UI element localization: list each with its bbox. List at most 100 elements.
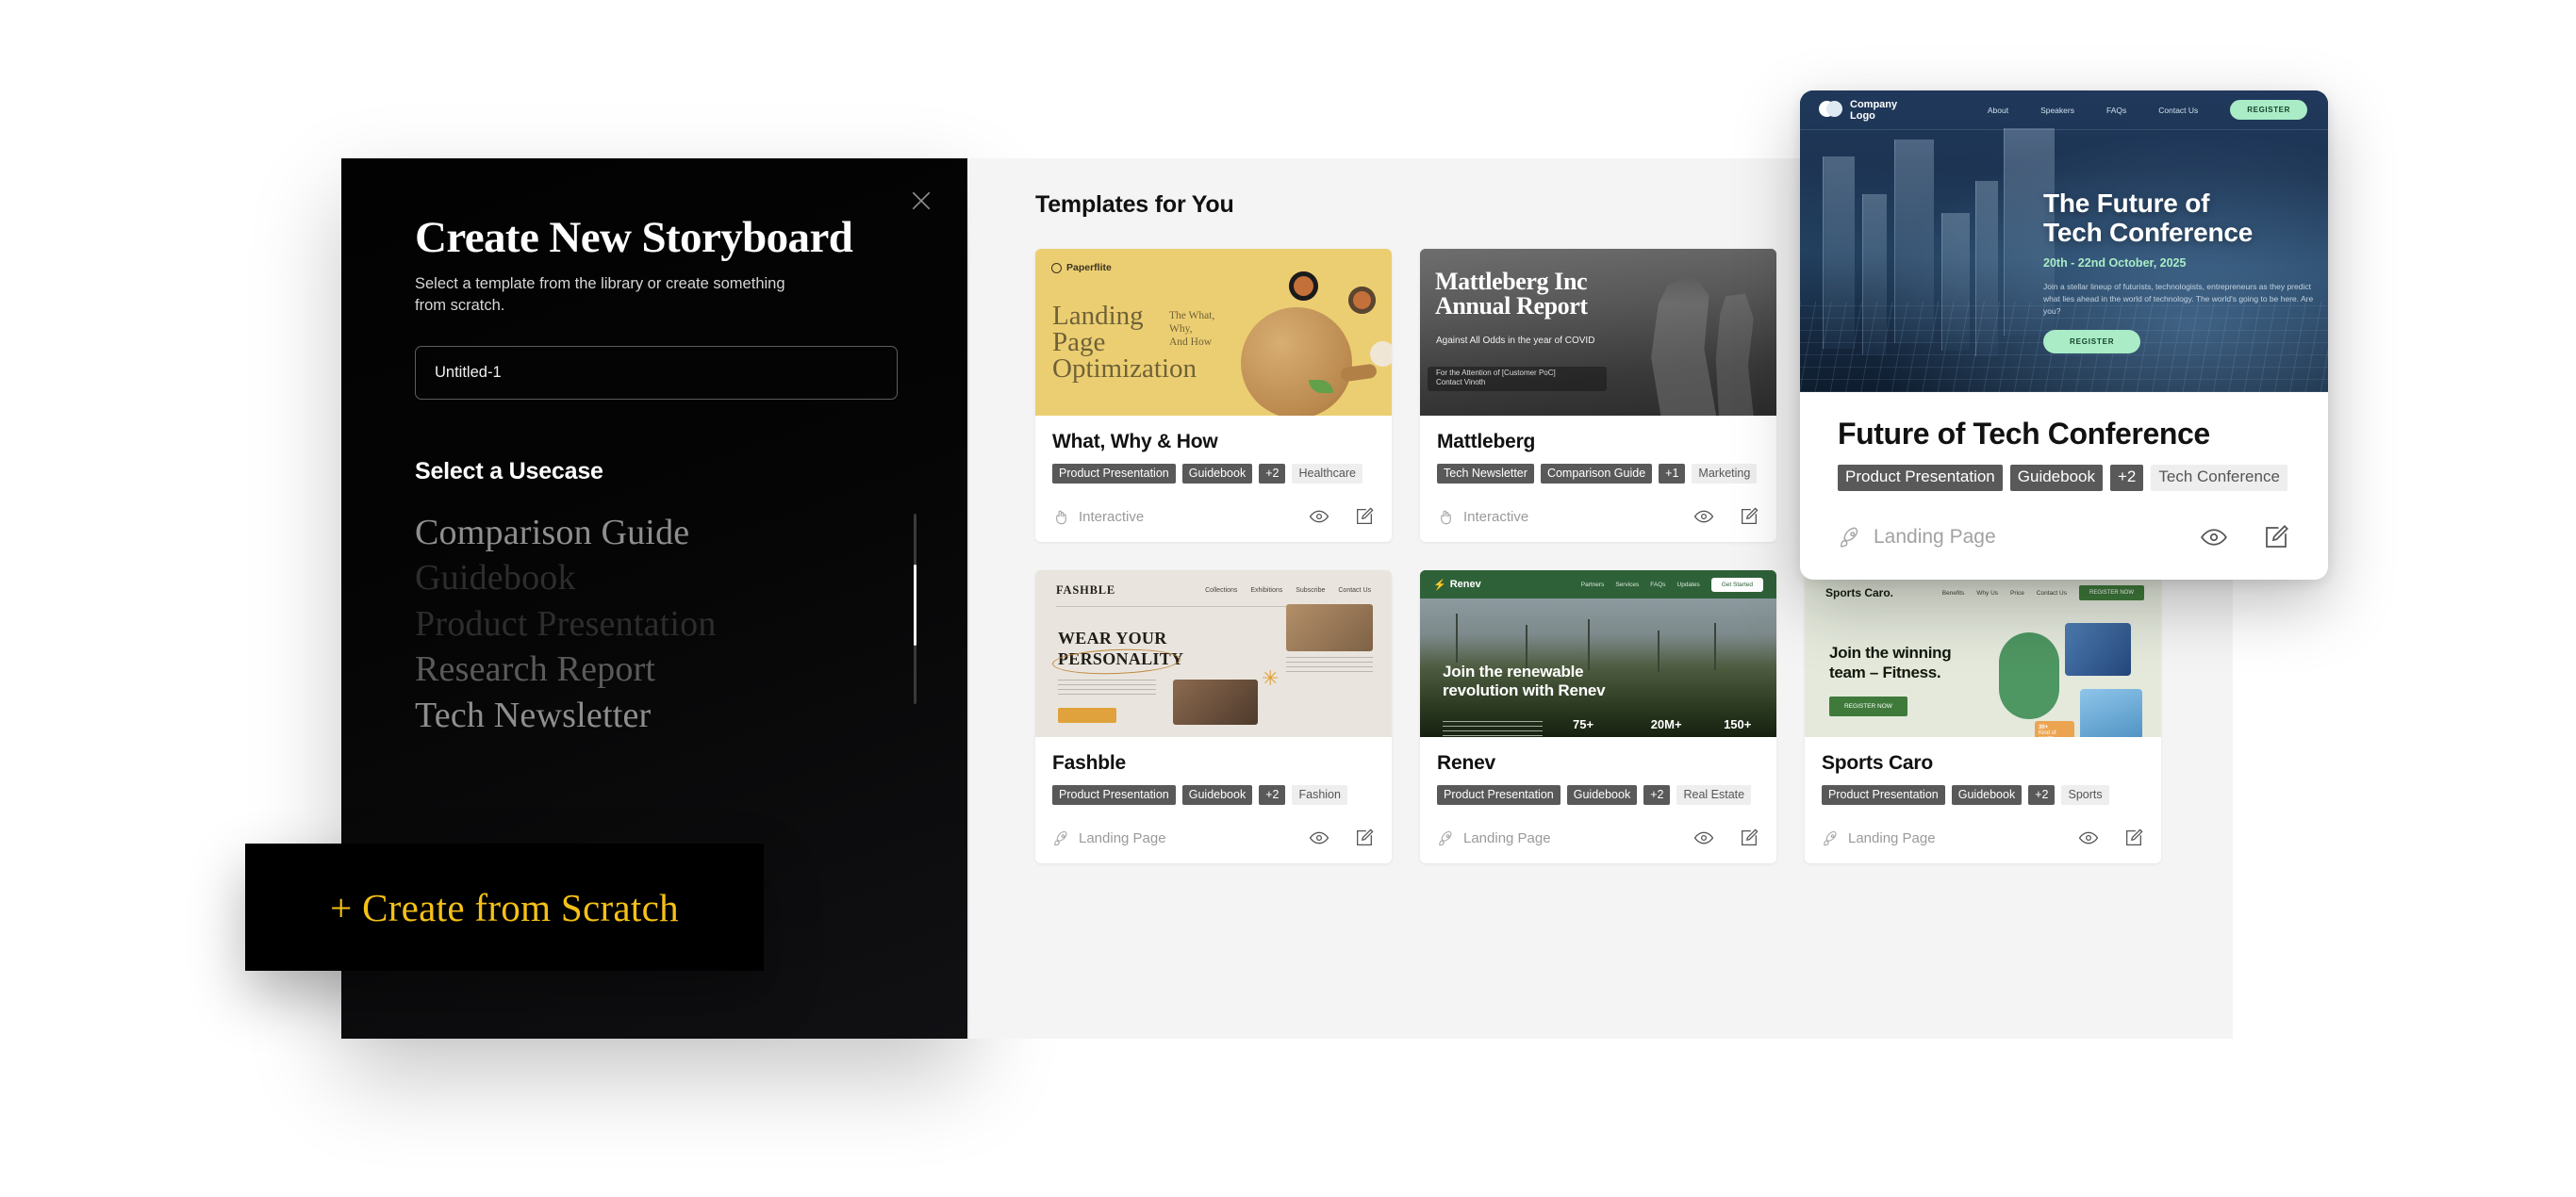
close-icon[interactable] [900,179,943,222]
template-thumbnail: Mattleberg Inc Annual Report Against All … [1420,249,1776,416]
sports-badge: 30+ Kind of sports [2035,721,2074,737]
eye-icon[interactable] [1693,506,1714,527]
tag-overflow[interactable]: +2 [1643,785,1671,805]
bowl-dark-icon [1289,271,1318,301]
tag[interactable]: Comparison Guide [1540,464,1653,484]
tag[interactable]: Product Presentation [1052,785,1176,805]
tag[interactable]: Product Presentation [1052,464,1176,484]
tag[interactable]: Guidebook [1181,785,1253,805]
tag-category[interactable]: Sports [2061,785,2109,805]
nav-link: Price [2010,589,2024,597]
thumb-nav-cta: REGISTER [2230,100,2307,120]
edit-icon[interactable] [1354,828,1375,848]
usecase-item-tech-newsletter[interactable]: Tech Newsletter [415,693,898,739]
tag[interactable]: Product Presentation [1838,465,2003,491]
card-tags: Product Presentation Guidebook +2 Sports [1822,785,2144,805]
thumb-logo: Sports Caro. [1825,586,1894,599]
template-card[interactable]: FASHBLE Collections Exhibitions Subscrib… [1035,570,1392,863]
tag-category[interactable]: Healthcare [1292,464,1362,484]
card-actions [2078,828,2144,848]
edit-icon[interactable] [1354,506,1375,527]
usecase-scrollbar-track[interactable] [914,513,916,704]
thumb-paragraph [1443,721,1543,736]
usecase-item-research-report[interactable]: Research Report [415,647,898,693]
tag-category[interactable]: Marketing [1692,464,1758,484]
tag-overflow[interactable]: +2 [2110,465,2144,491]
template-thumbnail: ⚡ Renev Partners Services FAQs Updates G… [1420,570,1776,737]
eye-icon[interactable] [1693,828,1714,848]
tag[interactable]: Product Presentation [1437,785,1560,805]
tag[interactable]: Guidebook [2009,465,2103,491]
card-type: Landing Page [1052,829,1166,847]
card-title: Mattleberg [1437,431,1536,452]
stat-value: 150+ [1724,717,1752,731]
card-tags: Product Presentation Guidebook +2 Tech C… [1838,465,2290,491]
nav-link: Contact Us [1338,587,1371,594]
nav-link: Contact Us [2036,589,2067,597]
card-type: Interactive [1437,508,1528,526]
card-tags: Product Presentation Guidebook +2 Fashio… [1052,785,1375,805]
eye-icon[interactable] [2200,523,2228,551]
create-from-scratch-button[interactable]: + Create from Scratch [245,844,764,971]
card-title: Sports Caro [1822,752,1933,774]
edit-icon[interactable] [1739,506,1759,527]
eye-icon[interactable] [2078,828,2099,848]
eye-icon[interactable] [1309,506,1329,527]
card-body: Fashble Product Presentation Guidebook +… [1035,737,1392,805]
tag-category[interactable]: Fashion [1292,785,1347,805]
template-card[interactable]: Mattleberg Inc Annual Report Against All … [1420,249,1776,542]
nav-link: Subscribe [1296,587,1326,594]
card-actions [1309,828,1375,848]
card-type: Landing Page [1838,525,1996,549]
edit-icon[interactable] [1739,828,1759,848]
card-type-label: Landing Page [1874,526,1996,548]
tag[interactable]: Tech Newsletter [1437,464,1534,484]
card-footer: Landing Page [1035,828,1392,863]
tag[interactable]: Guidebook [1951,785,2023,805]
badge-label: Kind of sports [2039,730,2056,737]
tag[interactable]: Product Presentation [1822,785,1945,805]
thumb-subheadline: The What, Why, And How [1169,310,1215,349]
nav-link: Speakers [2040,105,2074,115]
tag-category[interactable]: Tech Conference [2151,465,2287,491]
tag-category[interactable]: Real Estate [1676,785,1752,805]
featured-template-card[interactable]: Company Logo About Speakers FAQs Contact … [1800,90,2328,580]
card-type: Landing Page [1822,829,1936,847]
tag-overflow[interactable]: +2 [2028,785,2056,805]
thumb-nav-cta: REGISTER NOW [2078,585,2144,600]
paperflite-mark-icon [1051,262,1062,273]
paperflite-logo-text: Paperflite [1066,262,1112,273]
usecase-item-guidebook[interactable]: Guidebook [415,555,898,601]
template-thumbnail: Company Logo About Speakers FAQs Contact … [1800,90,2328,392]
tag-overflow[interactable]: +1 [1659,464,1686,484]
rocket-icon [1822,829,1840,847]
edit-icon[interactable] [2262,523,2290,551]
tag[interactable]: Guidebook [1566,785,1638,805]
eye-icon[interactable] [1309,828,1329,848]
thumb-headline: Join the renewable revolution with Renev [1443,663,1606,699]
usecase-item-product-presentation[interactable]: Product Presentation [415,601,898,648]
stat-value: 20M+ [1650,717,1682,731]
template-card[interactable]: Paperflite Landing Page Optimization The W… [1035,249,1392,542]
edit-icon[interactable] [2123,828,2144,848]
nav-link: Why Us [1976,589,1999,597]
tag-overflow[interactable]: +2 [1259,785,1286,805]
thumb-footnote: For the Attention of [Customer PoC] Conta… [1436,369,1556,387]
storyboard-name-input[interactable] [415,345,898,400]
tag-overflow[interactable]: +2 [1259,464,1286,484]
tag[interactable]: Guidebook [1181,464,1253,484]
rocket-icon [1052,829,1070,847]
nav-link: Updates [1676,581,1700,588]
card-type-label: Landing Page [1079,829,1166,846]
card-actions [1693,506,1759,527]
thumb-nav-links: Benefits Why Us Price Contact Us REGISTE… [1942,585,2144,600]
thumb-logo-text: Renev [1449,579,1481,590]
usecase-item-comparison-guide[interactable]: Comparison Guide [415,510,898,556]
interactive-hand-icon [1052,508,1070,526]
template-card[interactable]: ⚡ Renev Partners Services FAQs Updates G… [1420,570,1776,863]
bolt-icon: ⚡ [1433,579,1446,591]
rocket-icon [1838,525,1862,549]
thumb-paragraph: Join a stellar lineup of futurists, tech… [2043,282,2314,317]
usecase-scrollbar-thumb[interactable] [914,564,916,646]
template-card[interactable]: Sports Caro. Benefits Why Us Price Conta… [1805,570,2161,863]
